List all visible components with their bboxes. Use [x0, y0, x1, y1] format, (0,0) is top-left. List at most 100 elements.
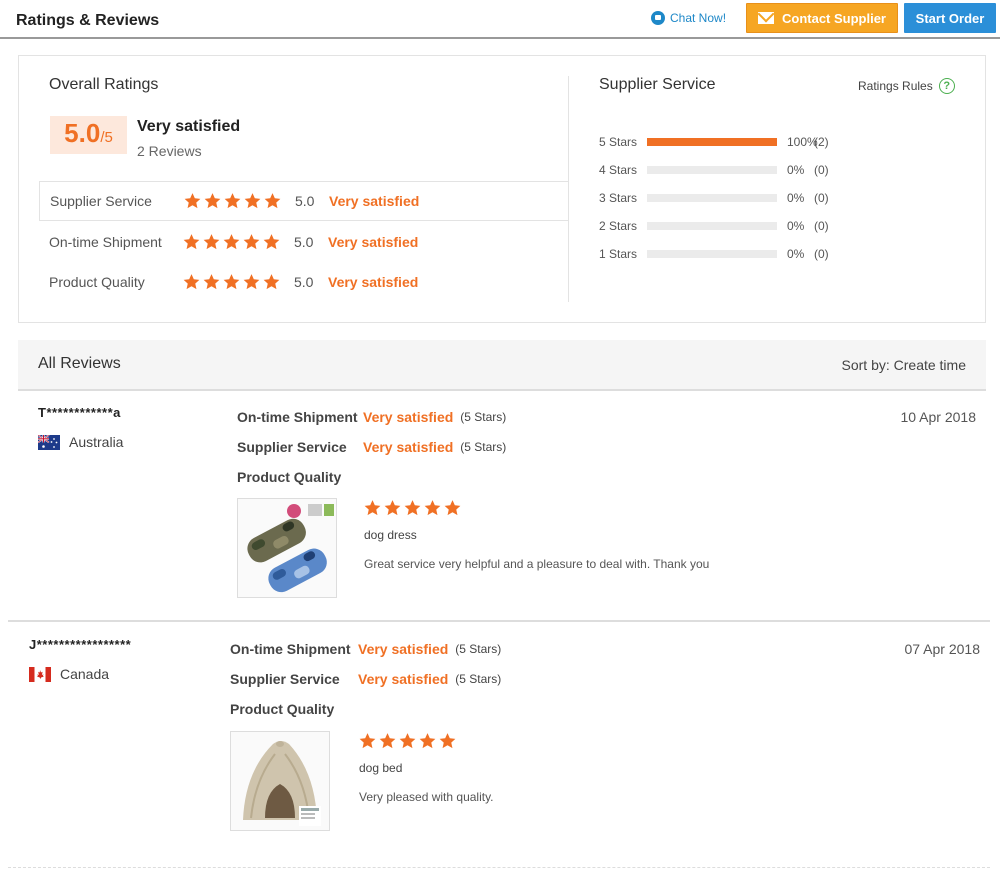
- bar-track: [647, 250, 777, 258]
- country-name: Canada: [60, 666, 110, 682]
- contact-supplier-button[interactable]: Contact Supplier: [746, 3, 898, 33]
- sort-selector[interactable]: Sort by: Create time: [842, 357, 967, 373]
- category-stars: [183, 192, 282, 211]
- review-stars: [358, 732, 457, 751]
- rating-stars-text: (5 Stars): [455, 672, 502, 686]
- star-icon: [182, 273, 201, 292]
- review-comment: Very pleased with quality.: [359, 790, 494, 804]
- chat-now-link[interactable]: Chat Now!: [651, 11, 726, 25]
- rating-value: Very satisfied: [358, 671, 449, 687]
- overall-score: 5.0: [64, 118, 101, 148]
- shipment-rating: On-time Shipment Very satisfied (5 Stars…: [237, 409, 506, 425]
- product-name: dog bed: [359, 761, 403, 775]
- star-icon: [182, 233, 201, 252]
- category-label: Supplier Service: [50, 193, 152, 209]
- review-comment: Great service very helpful and a pleasur…: [364, 557, 710, 571]
- rating-value: Very satisfied: [358, 641, 449, 657]
- shipment-rating: On-time Shipment Very satisfied (5 Stars…: [230, 641, 501, 657]
- bar-percent: 0%: [787, 163, 805, 177]
- bar-label: 4 Stars: [599, 163, 638, 177]
- bar-track: [647, 194, 777, 202]
- star-icon: [222, 273, 241, 292]
- overall-label: Very satisfied: [137, 118, 241, 135]
- supplier-service-title: Supplier Service: [599, 76, 716, 93]
- category-row-on-time-shipment: On-time Shipment 5.0 Very satisfied: [39, 222, 569, 262]
- rating-label: Supplier Service: [237, 439, 347, 455]
- overall-score-badge: 5.0 /5: [50, 116, 127, 154]
- rating-label: On-time Shipment: [230, 641, 351, 657]
- reviewer-country: Australia: [38, 434, 123, 450]
- category-stars: [182, 233, 281, 252]
- review-separator: [8, 620, 990, 622]
- product-image: [231, 732, 329, 830]
- overall-ratings-title: Overall Ratings: [49, 76, 159, 93]
- category-label: On-time Shipment: [49, 234, 162, 250]
- bar-percent: 0%: [787, 247, 805, 261]
- rating-bar-5: 5 Stars 100% (2): [599, 134, 839, 150]
- category-score: 5.0: [294, 274, 314, 290]
- bar-count: (0): [814, 191, 829, 205]
- rating-bar-2: 2 Stars 0% (0): [599, 218, 839, 234]
- category-label: Product Quality: [49, 274, 145, 290]
- star-icon: [378, 732, 397, 751]
- start-order-button[interactable]: Start Order: [904, 3, 996, 33]
- rating-stars-text: (5 Stars): [460, 410, 507, 424]
- bar-label: 5 Stars: [599, 135, 638, 149]
- category-satisfaction: Very satisfied: [329, 193, 420, 209]
- bar-label: 3 Stars: [599, 191, 638, 205]
- mail-icon: [757, 12, 774, 24]
- star-icon: [403, 499, 422, 518]
- overall-score-max: /5: [100, 129, 113, 146]
- star-icon: [242, 273, 261, 292]
- star-icon: [358, 732, 377, 751]
- bar-percent: 0%: [787, 191, 805, 205]
- star-icon: [242, 233, 261, 252]
- ratings-summary: Overall Ratings 5.0 /5 Very satisfied 2 …: [18, 55, 986, 323]
- australia-flag-icon: [38, 434, 60, 450]
- bar-track: [647, 166, 777, 174]
- bar-count: (0): [814, 163, 829, 177]
- contact-supplier-label: Contact Supplier: [781, 10, 886, 26]
- star-icon: [363, 499, 382, 518]
- star-icon: [223, 192, 242, 211]
- star-icon: [262, 273, 281, 292]
- chat-icon: [651, 11, 665, 25]
- page-title: Ratings & Reviews: [16, 12, 160, 29]
- rating-label: Product Quality: [230, 701, 335, 717]
- rating-value: Very satisfied: [363, 409, 454, 425]
- category-row-supplier-service: Supplier Service 5.0 Very satisfied: [39, 181, 569, 221]
- star-icon: [418, 732, 437, 751]
- star-icon: [263, 192, 282, 211]
- rating-label: Supplier Service: [230, 671, 340, 687]
- ratings-rules-label: Ratings Rules: [858, 79, 933, 93]
- review-separator: [8, 867, 990, 868]
- service-rating: Supplier Service Very satisfied (5 Stars…: [237, 439, 506, 455]
- star-icon: [202, 273, 221, 292]
- rating-label: On-time Shipment: [237, 409, 358, 425]
- bar-count: (0): [814, 247, 829, 261]
- product-thumbnail[interactable]: [237, 498, 337, 598]
- star-icon: [438, 732, 457, 751]
- ratings-rules-link[interactable]: Ratings Rules ?: [858, 78, 955, 94]
- bar-label: 1 Stars: [599, 247, 638, 261]
- star-icon: [203, 192, 222, 211]
- rating-label: Product Quality: [237, 469, 342, 485]
- star-icon: [243, 192, 262, 211]
- star-icon: [383, 499, 402, 518]
- reviewer-country: Canada: [29, 666, 109, 682]
- star-icon: [398, 732, 417, 751]
- question-icon[interactable]: ?: [938, 78, 955, 94]
- bar-fill: [647, 138, 777, 146]
- rating-bar-1: 1 Stars 0% (0): [599, 246, 839, 262]
- review-stars: [363, 499, 462, 518]
- quality-rating: Product Quality: [230, 701, 334, 717]
- category-satisfaction: Very satisfied: [328, 234, 419, 250]
- reviewer-name: J*****************: [29, 637, 132, 652]
- all-reviews-title: All Reviews: [38, 355, 121, 372]
- header-bar: Ratings & Reviews Chat Now! Contact Supp…: [0, 0, 1000, 39]
- category-satisfaction: Very satisfied: [328, 274, 419, 290]
- star-icon: [423, 499, 442, 518]
- rating-stars-text: (5 Stars): [455, 642, 502, 656]
- product-thumbnail[interactable]: [230, 731, 330, 831]
- bar-percent: 0%: [787, 219, 805, 233]
